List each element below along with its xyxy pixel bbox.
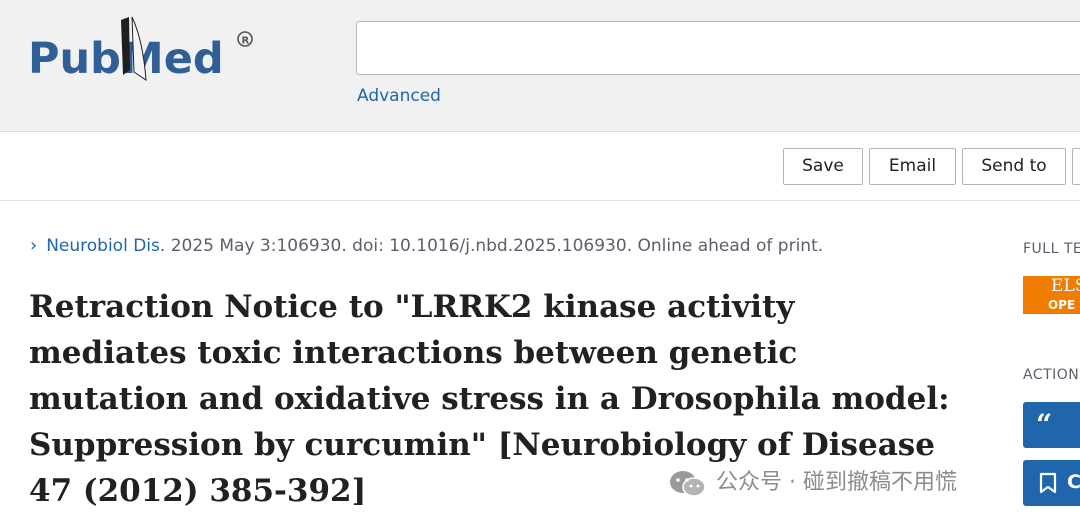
pubmed-logo[interactable]: PubMed R — [28, 14, 260, 94]
citation-details: 2025 May 3:106930. doi: 10.1016/j.nbd.20… — [170, 236, 824, 256]
svg-text:R: R — [242, 36, 250, 47]
journal-link[interactable]: Neurobiol Dis. — [46, 236, 165, 256]
email-button[interactable]: Email — [869, 148, 956, 185]
more-actions-button[interactable] — [1072, 148, 1080, 185]
search-input[interactable] — [356, 21, 1080, 75]
article-citation: › Neurobiol Dis. 2025 May 3:106930. doi: … — [30, 235, 823, 256]
wechat-icon — [670, 471, 706, 497]
open-access-label: OPE — [1048, 298, 1076, 312]
send-to-button[interactable]: Send to — [962, 148, 1066, 185]
collections-button[interactable]: C — [1023, 460, 1080, 506]
chevron-right-icon[interactable]: › — [30, 235, 37, 256]
page-header: PubMed R Advanced — [0, 0, 1080, 132]
quote-icon: “ — [1036, 408, 1053, 441]
actions-heading: ACTION — [1023, 367, 1080, 383]
cite-button[interactable]: “ — [1023, 402, 1080, 448]
save-button[interactable]: Save — [783, 148, 863, 185]
elsevier-full-text-link[interactable]: ELS OPE — [1023, 276, 1080, 314]
full-text-links-heading: FULL TE — [1023, 241, 1080, 257]
watermark-text: 公众号 · 碰到撤稿不用慌 — [716, 470, 957, 495]
elsevier-logo-text: ELS — [1051, 276, 1080, 296]
collections-label: C — [1067, 471, 1080, 493]
bookmark-icon — [1039, 472, 1057, 494]
actions-toolbar: Save Email Send to — [0, 132, 1080, 201]
advanced-search-link[interactable]: Advanced — [357, 86, 441, 106]
